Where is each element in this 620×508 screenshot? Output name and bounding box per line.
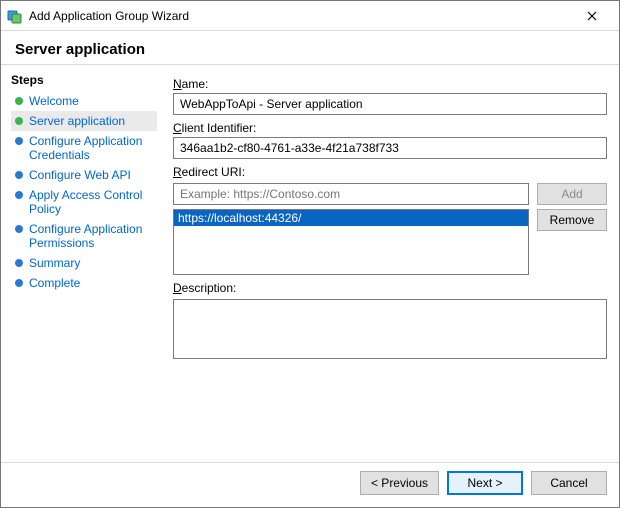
- step-bullet-icon: [15, 259, 23, 267]
- step-item-2[interactable]: Configure Application Credentials: [11, 131, 157, 165]
- step-bullet-icon: [15, 279, 23, 287]
- client-id-label: Client Identifier:: [173, 121, 607, 135]
- add-button[interactable]: Add: [537, 183, 607, 205]
- close-button[interactable]: [571, 2, 613, 30]
- step-label: Welcome: [29, 94, 79, 108]
- close-icon: [587, 11, 597, 21]
- step-label: Configure Application Permissions: [29, 222, 153, 250]
- step-bullet-icon: [15, 171, 23, 179]
- window-title: Add Application Group Wizard: [29, 9, 571, 23]
- button-bar: < Previous Next > Cancel: [13, 471, 607, 495]
- step-list: Welcome Server application Configure Appli…: [11, 91, 157, 293]
- step-item-4[interactable]: Apply Access Control Policy: [11, 185, 157, 219]
- step-item-3[interactable]: Configure Web API: [11, 165, 157, 185]
- client-id-field[interactable]: [173, 137, 607, 159]
- steps-sidebar: Steps Welcome Server application Configure…: [1, 65, 165, 462]
- step-item-1[interactable]: Server application: [11, 111, 157, 131]
- step-label: Complete: [29, 276, 80, 290]
- redirect-uri-input[interactable]: [173, 183, 529, 205]
- next-button[interactable]: Next >: [447, 471, 523, 495]
- description-label: Description:: [173, 281, 607, 295]
- footer: < Previous Next > Cancel: [1, 463, 619, 507]
- wizard-window: Add Application Group Wizard Server appl…: [0, 0, 620, 508]
- step-item-7[interactable]: Complete: [11, 273, 157, 293]
- step-item-0[interactable]: Welcome: [11, 91, 157, 111]
- titlebar: Add Application Group Wizard: [1, 1, 619, 31]
- description-field[interactable]: [173, 299, 607, 359]
- previous-button[interactable]: < Previous: [360, 471, 439, 495]
- app-group-icon: [7, 8, 23, 24]
- step-bullet-icon: [15, 191, 23, 199]
- step-item-6[interactable]: Summary: [11, 253, 157, 273]
- step-label: Server application: [29, 114, 125, 128]
- steps-title: Steps: [11, 73, 157, 87]
- name-field[interactable]: [173, 93, 607, 115]
- remove-button[interactable]: Remove: [537, 209, 607, 231]
- redirect-uri-list[interactable]: https://localhost:44326/: [173, 209, 529, 275]
- uri-list-item[interactable]: https://localhost:44326/: [174, 210, 528, 226]
- step-label: Configure Web API: [29, 168, 131, 182]
- step-bullet-icon: [15, 97, 23, 105]
- step-bullet-icon: [15, 117, 23, 125]
- step-bullet-icon: [15, 137, 23, 145]
- step-label: Apply Access Control Policy: [29, 188, 153, 216]
- main-pane: Name: Client Identifier: Redirect URI: A…: [165, 65, 619, 462]
- step-label: Configure Application Credentials: [29, 134, 153, 162]
- step-item-5[interactable]: Configure Application Permissions: [11, 219, 157, 253]
- header-band: Server application: [1, 31, 619, 64]
- cancel-button[interactable]: Cancel: [531, 471, 607, 495]
- page-title: Server application: [15, 41, 605, 58]
- redirect-uri-label: Redirect URI:: [173, 165, 607, 179]
- name-label: Name:: [173, 77, 607, 91]
- body: Steps Welcome Server application Configure…: [1, 65, 619, 462]
- step-bullet-icon: [15, 225, 23, 233]
- step-label: Summary: [29, 256, 80, 270]
